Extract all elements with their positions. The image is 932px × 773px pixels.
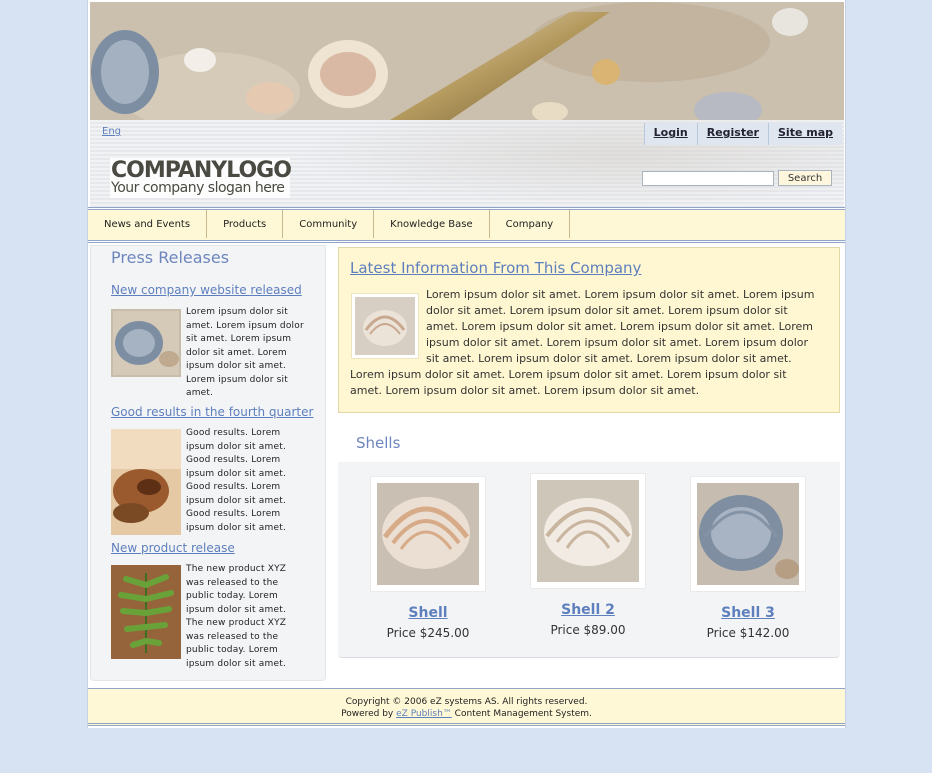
latest-information-image[interactable] xyxy=(351,293,419,359)
press-item-title[interactable]: New product release xyxy=(111,541,235,555)
login-link[interactable]: Login xyxy=(643,123,697,145)
nav-divider-bottom xyxy=(88,240,845,243)
search-input[interactable] xyxy=(642,171,774,186)
product-price: Price $89.00 xyxy=(550,623,626,637)
header-bar: Eng Login Register Site map COMPANYLOGO … xyxy=(90,120,844,207)
product-name-link[interactable]: Shell 3 xyxy=(690,605,806,621)
shells-title: Shells xyxy=(356,434,401,452)
product-card: Shell 2 Price $89.00 xyxy=(530,473,646,637)
main-nav: News and Events Products Community Knowl… xyxy=(88,210,845,240)
ez-publish-link[interactable]: eZ Publish™ xyxy=(396,709,452,719)
product-name-link[interactable]: Shell xyxy=(370,605,486,621)
product-card: Shell 3 Price $142.00 xyxy=(690,476,806,640)
product-price: Price $245.00 xyxy=(386,626,470,640)
press-item-title[interactable]: New company website released xyxy=(111,283,302,297)
press-item-text: The new product XYZ was released to the … xyxy=(186,564,287,669)
product-price: Price $142.00 xyxy=(706,626,790,640)
press-item-text: Lorem ipsum dolor sit amet. Lorem ipsum … xyxy=(186,307,304,398)
nav-item-knowledge-base[interactable]: Knowledge Base xyxy=(374,210,490,238)
footer-copyright: Copyright © 2006 eZ systems AS. All righ… xyxy=(345,697,588,707)
top-links: Login Register Site map xyxy=(643,123,842,145)
press-item-image[interactable] xyxy=(111,429,181,535)
product-image[interactable] xyxy=(370,476,486,592)
latest-information-box: Latest Information From This Company Lor… xyxy=(338,247,840,413)
nav-item-company[interactable]: Company xyxy=(490,210,571,238)
footer-powered-by: Powered by eZ Publish™ Content Managemen… xyxy=(88,708,845,720)
product-card: Shell Price $245.00 xyxy=(370,476,486,640)
latest-information-text: Lorem ipsum dolor sit amet. Lorem ipsum … xyxy=(350,287,820,399)
page-container: Eng Login Register Site map COMPANYLOGO … xyxy=(87,0,846,728)
press-releases-panel: Press Releases New company website relea… xyxy=(90,245,326,681)
press-item-image[interactable] xyxy=(111,565,181,659)
header-banner-image xyxy=(90,2,844,120)
nav-item-news-and-events[interactable]: News and Events xyxy=(88,210,208,238)
language-link[interactable]: Eng xyxy=(102,126,121,137)
register-link[interactable]: Register xyxy=(696,123,768,145)
product-image[interactable] xyxy=(530,473,646,589)
press-item-text: Good results. Lorem ipsum dolor sit amet… xyxy=(186,428,287,533)
shells-product-grid: Shell Price $245.00 Shell 2 Price $89.00 xyxy=(338,462,840,658)
product-image[interactable] xyxy=(690,476,806,592)
footer-powered-suffix: Content Management System. xyxy=(454,709,592,719)
footer-powered-prefix: Powered by xyxy=(341,709,394,719)
press-item-title[interactable]: Good results in the fourth quarter xyxy=(111,405,313,419)
press-releases-title: Press Releases xyxy=(111,248,230,267)
company-logo[interactable]: COMPANYLOGO Your company slogan here xyxy=(110,158,292,198)
nav-item-products[interactable]: Products xyxy=(207,210,284,238)
sitemap-link[interactable]: Site map xyxy=(768,123,842,145)
press-item-image[interactable] xyxy=(111,309,181,377)
latest-information-title[interactable]: Latest Information From This Company xyxy=(350,259,641,277)
footer: Copyright © 2006 eZ systems AS. All righ… xyxy=(88,688,845,726)
product-name-link[interactable]: Shell 2 xyxy=(530,602,646,618)
nav-item-community[interactable]: Community xyxy=(283,210,375,238)
search-button[interactable]: Search xyxy=(778,170,832,186)
logo-slogan: Your company slogan here xyxy=(111,180,285,196)
